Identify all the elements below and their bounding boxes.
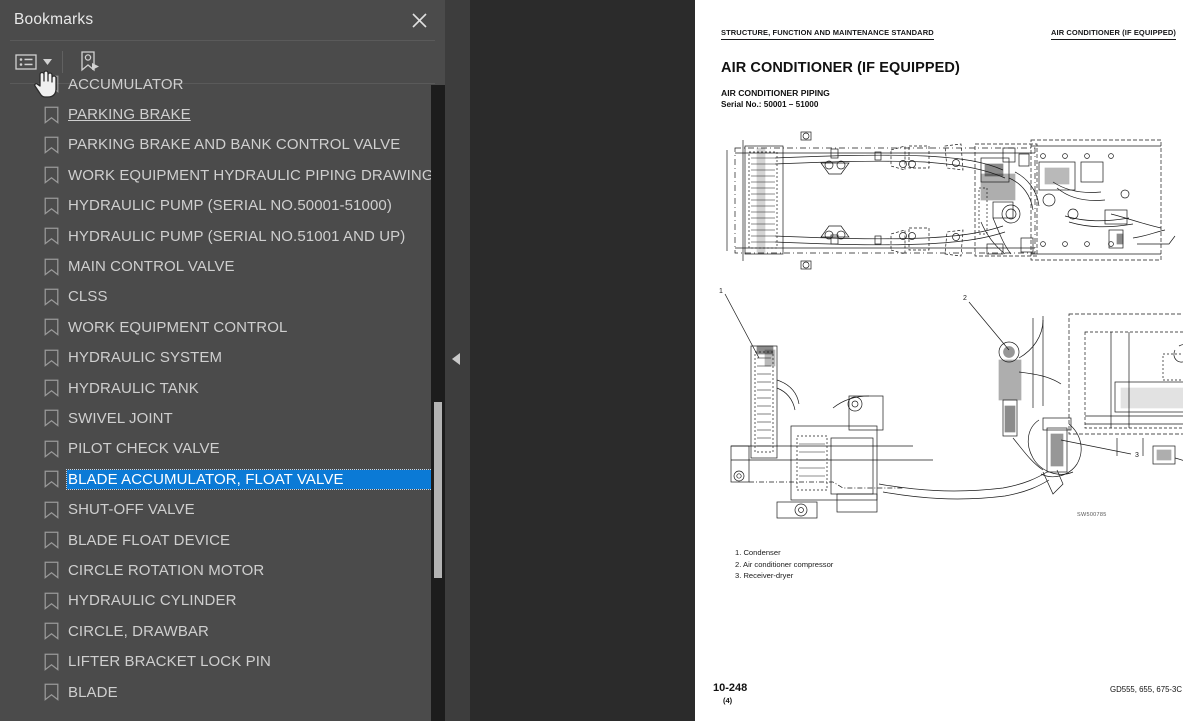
svg-text:1: 1 (719, 288, 723, 295)
bookmark-icon (44, 166, 59, 185)
bookmark-item[interactable]: HYDRAULIC SYSTEM (0, 343, 445, 373)
bookmarks-list[interactable]: ACCUMULATOR PARKING BRAKE PARKING BRAKE AN… (0, 69, 445, 705)
bookmark-item[interactable]: PARKING BRAKE AND BANK CONTROL VALVE (0, 130, 445, 160)
bookmark-item[interactable]: WORK EQUIPMENT HYDRAULIC PIPING DRAWING (0, 160, 445, 190)
bookmark-icon (44, 227, 59, 246)
bookmark-item-label: LIFTER BRACKET LOCK PIN (68, 653, 271, 671)
bookmark-item[interactable]: BLADE (0, 677, 445, 705)
bookmark-item[interactable]: LIFTER BRACKET LOCK PIN (0, 646, 445, 676)
bookmark-item-label: WORK EQUIPMENT HYDRAULIC PIPING DRAWING (68, 166, 434, 184)
bookmark-icon (44, 136, 59, 154)
document-viewer: STRUCTURE, FUNCTION AND MAINTENANCE STAN… (470, 0, 1200, 721)
bookmark-item[interactable]: SWIVEL JOINT (0, 403, 445, 433)
bookmark-icon (44, 592, 59, 610)
legend-item: 2. Air conditioner compressor (735, 559, 834, 569)
bookmark-icon (44, 288, 59, 306)
bookmark-item[interactable]: BLADE ACCUMULATOR, FLOAT VALVE (0, 464, 445, 494)
bookmarks-panel: Bookmarks ACCUMULATOR PARKING BRAKE PARK… (0, 0, 445, 721)
bookmark-icon (44, 653, 59, 671)
bookmark-icon (44, 622, 59, 641)
bookmark-item-label: BLADE FLOAT DEVICE (68, 531, 231, 549)
bookmark-item[interactable]: WORK EQUIPMENT CONTROL (0, 312, 445, 342)
running-header-right: AIR CONDITIONER (IF EQUIPPED) (1051, 28, 1176, 40)
bookmark-item[interactable]: MAIN CONTROL VALVE (0, 251, 445, 281)
legend-item: 3. Receiver-dryer (735, 571, 794, 580)
bookmark-icon (44, 258, 59, 276)
panel-title: Bookmarks (14, 11, 94, 28)
bookmark-icon (44, 349, 59, 367)
bookmark-icon (44, 501, 59, 519)
bookmark-item[interactable]: PILOT CHECK VALVE (0, 434, 445, 464)
bookmark-item-label: SHUT-OFF VALVE (68, 501, 195, 519)
bookmark-icon (44, 561, 59, 580)
bookmark-icon (44, 197, 59, 215)
page-number-sub: (4) (723, 696, 733, 705)
bookmark-icon (44, 379, 59, 397)
bookmark-icon (44, 470, 59, 489)
document-page: STRUCTURE, FUNCTION AND MAINTENANCE STAN… (695, 0, 1200, 721)
bookmark-item[interactable]: CLSS (0, 282, 445, 312)
bookmark-item-label: CIRCLE ROTATION MOTOR (68, 561, 265, 579)
bookmark-item-label: PARKING BRAKE (68, 106, 191, 124)
bookmark-item[interactable]: BLADE FLOAT DEVICE (0, 525, 445, 555)
collapse-left-arrow-icon[interactable] (452, 353, 460, 365)
bookmark-item[interactable]: HYDRAULIC PUMP (SERIAL NO.51001 AND UP) (0, 221, 445, 251)
bookmark-item[interactable]: ACCUMULATOR (0, 69, 445, 99)
bookmark-item-label: PARKING BRAKE AND BANK CONTROL VALVE (68, 136, 401, 154)
bookmarks-scrollbar-thumb[interactable] (434, 402, 442, 578)
air-conditioner-piping-top-view-figure (713, 118, 1183, 283)
svg-text:2: 2 (963, 295, 967, 302)
bookmark-item-label: HYDRAULIC CYLINDER (68, 592, 237, 610)
panel-splitter[interactable] (445, 0, 470, 721)
air-conditioner-piping-side-view-figure: 1 2 3 (713, 288, 1183, 528)
bookmark-item-label: CLSS (68, 288, 108, 306)
bookmark-icon (44, 409, 59, 428)
bookmark-icon (44, 683, 59, 701)
figure-id-label: SW500785 (1077, 512, 1107, 518)
page-title: AIR CONDITIONER (IF EQUIPPED) (721, 60, 960, 76)
bookmark-item[interactable]: PARKING BRAKE (0, 99, 445, 129)
legend-item: 1. Condenser (735, 548, 781, 557)
serial-number-text: Serial No.: 50001 – 51000 (721, 100, 819, 109)
bookmark-icon (44, 75, 59, 94)
bookmark-icon (44, 106, 59, 124)
bookmark-icon (44, 440, 59, 458)
bookmark-item[interactable]: HYDRAULIC TANK (0, 373, 445, 403)
bookmark-item-label: WORK EQUIPMENT CONTROL (68, 318, 288, 336)
bookmark-item-label: HYDRAULIC TANK (68, 379, 199, 397)
bookmark-item-label: HYDRAULIC PUMP (SERIAL NO.51001 AND UP) (68, 227, 406, 245)
bookmark-item[interactable]: CIRCLE, DRAWBAR (0, 616, 445, 646)
bookmark-item-label: HYDRAULIC SYSTEM (68, 349, 223, 367)
bookmark-item[interactable]: HYDRAULIC CYLINDER (0, 586, 445, 616)
bookmarks-panel-header: Bookmarks (0, 0, 445, 40)
bookmark-item-label: BLADE ACCUMULATOR, FLOAT VALVE (66, 468, 445, 490)
bookmark-item[interactable]: CIRCLE ROTATION MOTOR (0, 555, 445, 585)
pdf-viewer-window: Bookmarks ACCUMULATOR PARKING BRAKE PARK… (0, 0, 1200, 721)
bookmark-item-label: HYDRAULIC PUMP (SERIAL NO.50001-51000) (68, 197, 392, 215)
bookmark-item-label: SWIVEL JOINT (68, 409, 173, 427)
close-icon[interactable] (405, 6, 433, 34)
svg-text:3: 3 (1135, 452, 1139, 459)
running-header-left: STRUCTURE, FUNCTION AND MAINTENANCE STAN… (721, 28, 934, 40)
bookmark-icon (44, 318, 59, 337)
figure-legend: 1. Condenser 2. Air conditioner compress… (735, 547, 833, 582)
bookmark-item-label: MAIN CONTROL VALVE (68, 258, 235, 276)
model-label: GD555, 655, 675-3C (1110, 685, 1182, 694)
bookmark-item[interactable]: HYDRAULIC PUMP (SERIAL NO.50001-51000) (0, 191, 445, 221)
bookmark-item[interactable]: SHUT-OFF VALVE (0, 494, 445, 524)
document-running-header: STRUCTURE, FUNCTION AND MAINTENANCE STAN… (721, 28, 1176, 40)
bookmark-item-label: CIRCLE, DRAWBAR (68, 622, 209, 640)
bookmark-item-label: ACCUMULATOR (68, 75, 184, 93)
bookmark-item-label: PILOT CHECK VALVE (68, 440, 220, 458)
bookmark-item-label: BLADE (68, 683, 118, 701)
bookmark-icon (44, 531, 59, 549)
page-number: 10-248 (713, 682, 748, 694)
section-subtitle: AIR CONDITIONER PIPING (721, 88, 830, 98)
